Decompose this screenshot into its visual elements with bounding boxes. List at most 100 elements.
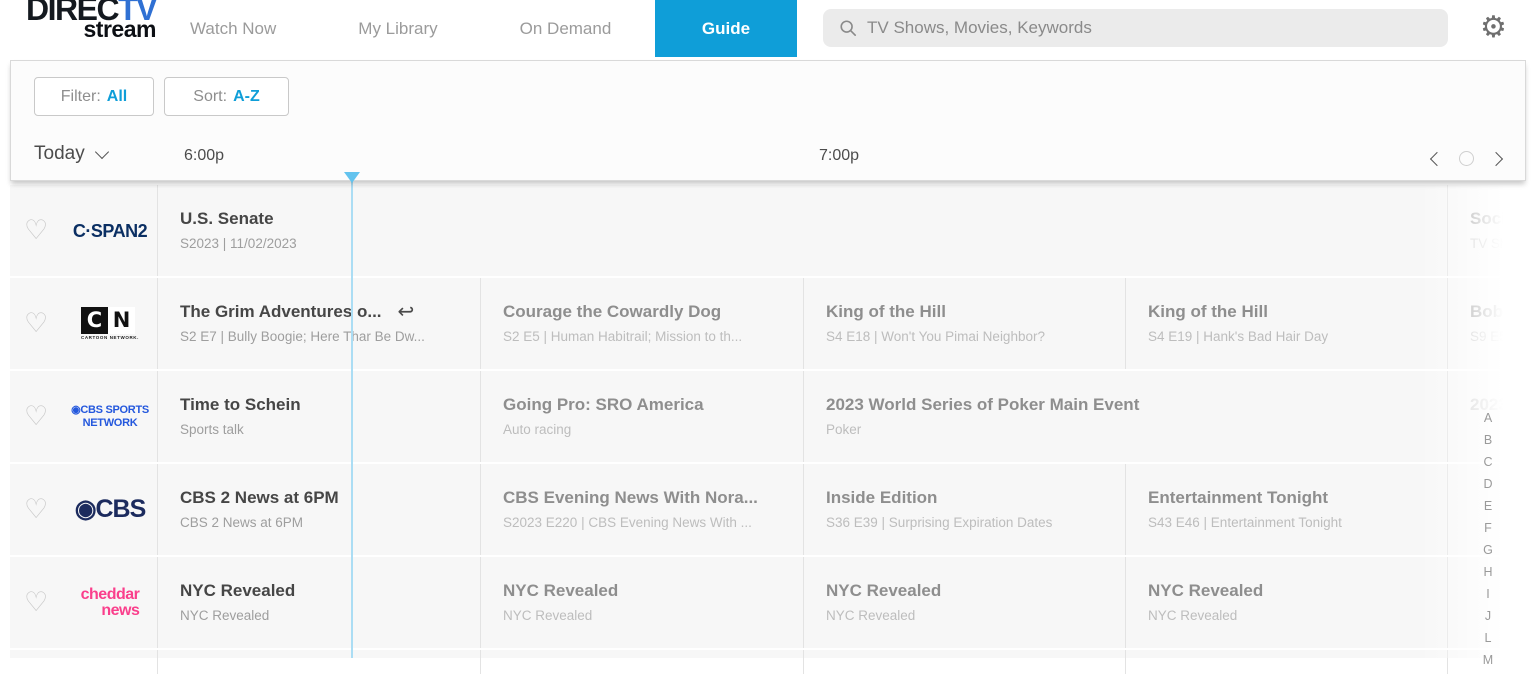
channel-logo-cell[interactable]: ◉CBS SPORTS NETWORK [62,371,158,462]
filter-label: Filter: [60,87,101,105]
settings-gear-icon[interactable]: ⚙ [1480,11,1507,45]
channel-logo-cspan2: C·SPAN2 [72,220,148,241]
alphabet-letter-B[interactable]: B [1479,429,1497,451]
program-title: King of the Hill [826,302,946,321]
alphabet-letter-A[interactable]: A [1479,407,1497,429]
tab-guide[interactable]: Guide [655,0,797,57]
chevron-down-icon [94,144,109,159]
program-subtitle: Sports talk [180,422,244,437]
favorite-heart-icon[interactable]: ♡ [24,214,48,245]
page-forward-icon[interactable] [1488,151,1504,166]
channel-logo-cheddar: cheddar news [80,586,140,619]
alphabet-letter-D[interactable]: D [1479,473,1497,495]
channel-logo-cell[interactable]: ◉CBS [62,464,158,555]
channel-row: ♡ cheddar news NYC Revealed NYC Revealed NYC … [10,557,1536,648]
favorite-heart-icon[interactable]: ♡ [24,493,48,524]
channel-logo-cell[interactable]: C N CARTOON NETWORK. [62,278,158,369]
nav-item-my-library[interactable]: My Library [358,19,437,39]
alphabet-letter-M[interactable]: M [1479,649,1497,671]
favorite-heart-icon[interactable]: ♡ [24,400,48,431]
replay-icon: ↩ [397,301,415,323]
program-title: King of the Hill [1148,302,1268,321]
program-cell[interactable]: Entertainment Tonight S43 E46 | Entertain… [1125,464,1447,555]
program-cell[interactable]: 2023 World Series of Poker Main Event Pok… [803,371,1447,462]
filter-button[interactable]: Filter: All [34,77,154,116]
nav-item-on-demand[interactable]: On Demand [520,19,612,39]
program-title: CBS 2 News at 6PM [180,488,339,507]
program-subtitle: S2 E7 | Bully Boogie; Here Thar Be Dw... [180,329,425,344]
directv-stream-logo[interactable]: DIRECTV stream [26,0,157,41]
program-cell[interactable]: King of the Hill S4 E19 | Hank's Bad Hair… [1125,278,1447,369]
search-input[interactable]: TV Shows, Movies, Keywords [823,9,1448,47]
program-title: Going Pro: SRO America [503,395,704,414]
timeline-pager [1429,151,1504,166]
program-subtitle: Auto racing [503,422,572,437]
current-time-line [351,181,353,658]
program-title: Courage the Cowardly Dog [503,302,722,321]
program-cell[interactable]: Courage the Cowardly Dog S2 E5 | Human Ha… [480,278,803,369]
program-cell[interactable]: NYC Revealed NYC Revealed [803,557,1125,648]
favorite-heart-icon[interactable]: ♡ [24,307,48,338]
channel-logo-cell[interactable]: C·SPAN2 [62,185,158,276]
program-title: NYC Revealed [180,581,296,600]
channel-logo-cbs: ◉CBS [74,495,147,523]
program-title: Entertainment Tonight [1148,488,1329,507]
program-title: Inside Edition [826,488,938,507]
alphabet-letter-G[interactable]: G [1479,539,1497,561]
program-title: U.S. Senate [180,209,274,228]
day-selector[interactable]: Today [34,143,109,165]
program-cell[interactable]: King of the Hill S4 E18 | Won't You Pimai… [803,278,1125,369]
alphabet-letter-F[interactable]: F [1479,517,1497,539]
program-cell[interactable]: NYC Revealed NYC Revealed [480,557,803,648]
program-cell[interactable]: NYC Revealed NYC Revealed [157,557,480,648]
program-title: NYC Revealed [826,581,942,600]
program-cell[interactable]: Going Pro: SRO America Auto racing [480,371,803,462]
alphabet-letter-E[interactable]: E [1479,495,1497,517]
program-cell[interactable]: CBS Evening News With Nora... S2023 E220 … [480,464,803,555]
right-fade-overlay [1420,181,1536,658]
alphabet-letter-C[interactable]: C [1479,451,1497,473]
program-subtitle: NYC Revealed [180,608,270,623]
program-title: NYC Revealed [1148,581,1264,600]
page-back-icon[interactable] [1429,151,1445,166]
favorite-heart-icon[interactable]: ♡ [24,586,48,617]
now-dot-icon[interactable] [1459,151,1474,166]
program-cell[interactable]: NYC Revealed NYC Revealed [1125,557,1447,648]
program-title: Time to Schein [180,395,301,414]
program-cell[interactable]: CBS 2 News at 6PM CBS 2 News at 6PM [157,464,480,555]
alphabet-letter-L[interactable]: L [1479,627,1497,649]
sort-button[interactable]: Sort: A-Z [164,77,289,116]
program-subtitle: S4 E19 | Hank's Bad Hair Day [1148,329,1329,344]
time-slot-label: 6:00p [184,147,225,164]
program-subtitle: S4 E18 | Won't You Pimai Neighbor? [826,329,1045,344]
program-subtitle: S2023 E220 | CBS Evening News With ... [503,515,752,530]
channel-logo-cn: C N CARTOON NETWORK. [80,306,139,340]
time-slot-label: 7:00p [819,147,860,164]
search-icon [840,20,857,37]
top-navigation: DIRECTV stream Watch Now My Library On Dem… [0,0,1536,57]
channel-logo-cbssn: ◉CBS SPORTS NETWORK [71,403,149,429]
alphabet-letter-J[interactable]: J [1479,605,1497,627]
program-subtitle: S2 E5 | Human Habitrail; Mission to th..… [503,329,743,344]
program-cell [803,650,1125,674]
channel-row: ♡ ◉CBS SPORTS NETWORK Time to Schein Sports … [10,371,1536,462]
nav-item-watch-now[interactable]: Watch Now [190,19,276,39]
guide-header-panel: Filter: All Sort: A-Z Today 6:00p 7:00p [10,60,1526,181]
channel-logo-cell[interactable]: cheddar news [62,557,158,648]
alphabet-letter-I[interactable]: I [1479,583,1497,605]
channel-row-partial [10,650,1536,674]
program-title: 2023 World Series of Poker Main Event [826,395,1140,414]
channel-row: ♡C·SPAN2U.S. SenateS2023 | 11/02/2023Soc… [10,185,1536,276]
program-subtitle: NYC Revealed [503,608,593,623]
alphabet-letter-H[interactable]: H [1479,561,1497,583]
program-cell [1125,650,1447,674]
program-cell[interactable]: Inside Edition S36 E39 | Surprising Expir… [803,464,1125,555]
program-subtitle: NYC Revealed [1148,608,1238,623]
program-subtitle: S2023 | 11/02/2023 [180,236,297,251]
program-title: CBS Evening News With Nora... [503,488,758,507]
sort-label: Sort: [193,87,228,105]
filter-value: All [106,87,128,105]
program-cell[interactable]: The Grim Adventures o... ↩ S2 E7 | Bully B… [157,278,480,369]
program-subtitle: Poker [826,422,862,437]
program-cell[interactable]: Time to Schein Sports talk [157,371,480,462]
